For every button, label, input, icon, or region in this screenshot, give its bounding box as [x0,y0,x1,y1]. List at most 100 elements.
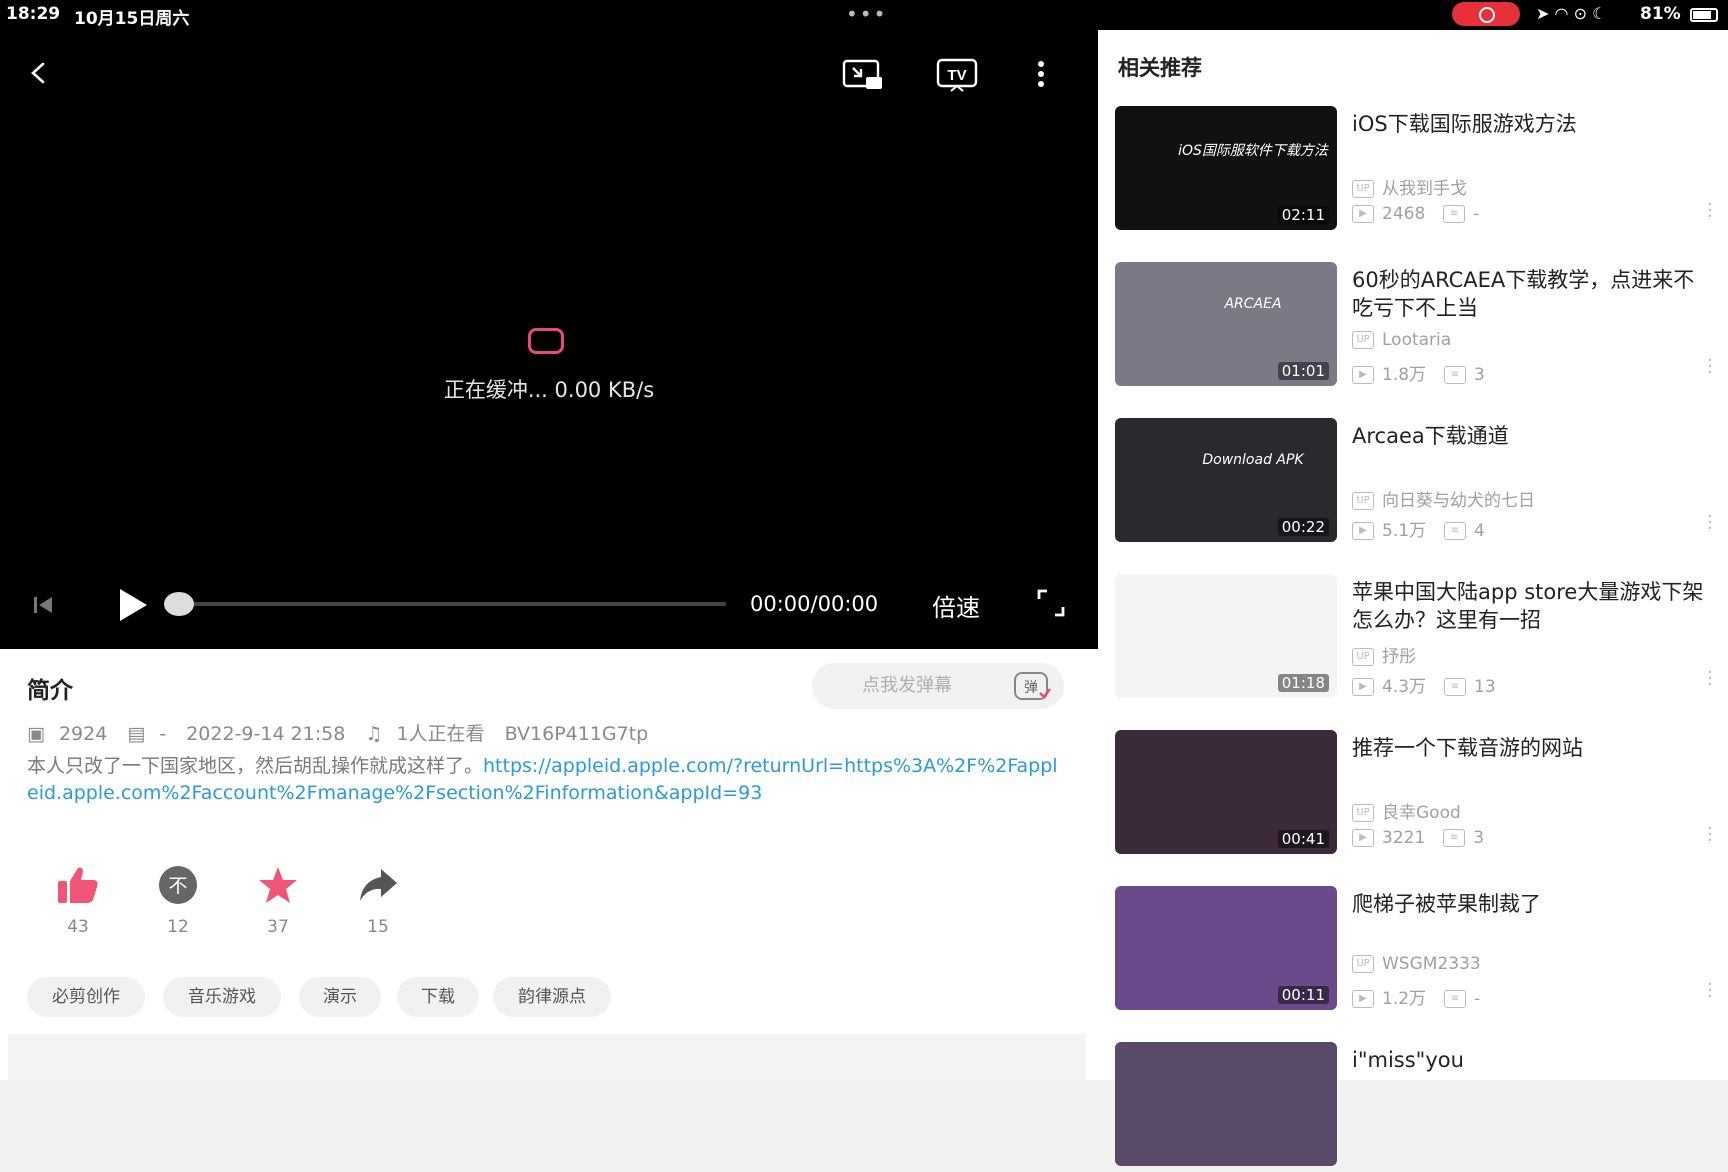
orientation-lock-icon: ⊙ [1573,4,1587,23]
danmaku-input[interactable]: 点我发弹幕 [812,663,1002,709]
video-duration: 00:11 [1277,986,1329,1004]
view-count: 2924 [58,723,108,745]
share-arrow-icon [360,869,397,901]
video-thumbnail[interactable]: ARCAEA 01:01 [1115,262,1337,386]
uploader-line: UP Lootaria [1352,330,1451,350]
battery-percent: 81% [1640,4,1681,24]
location-icon: ➤ [1536,4,1550,23]
share-button[interactable]: 15 [338,865,418,937]
seek-thumb[interactable] [164,592,194,616]
uploader-line: UP 良幸Good [1352,798,1461,823]
small-window-icon[interactable] [842,58,884,92]
recommendation-item[interactable]: 00:11 爬梯子被苹果制裁了 UP WSGM2333 ▶ 1.2万 ≡ - · · · [1115,886,1715,1016]
video-thumbnail[interactable] [1115,1042,1337,1166]
video-player[interactable]: TV 正在缓冲... 0.00 KB/s 00:00/00:00 倍速 [0,30,1098,649]
screen-recording-icon[interactable] [1452,2,1520,26]
recommendation-title[interactable]: iOS下载国际服游戏方法 [1352,110,1712,138]
recommendation-item[interactable]: Download APK 00:22 Arcaea下载通道 UP 向日葵与幼犬的七日 ▶ 5… [1115,418,1715,548]
like-button[interactable]: 43 [38,865,118,937]
recommendation-item[interactable]: ARCAEA 01:01 60秒的ARCAEA下载教学，点进来不吃亏下不上当 UP Lo… [1115,262,1715,392]
danmaku-bar: 点我发弹幕 弹 [812,663,1064,709]
item-more-icon[interactable]: · · · [1707,352,1713,382]
recommendation-title[interactable]: 60秒的ARCAEA下载教学，点进来不吃亏下不上当 [1352,266,1712,322]
uploader-name[interactable]: WSGM2333 [1382,954,1481,974]
battery-icon [1690,8,1718,22]
system-status-icons: ➤ ◠ ⊙ ☾ [1536,4,1606,23]
recommendation-item[interactable]: 00:41 推荐一个下载音游的网站 UP 良幸Good ▶ 3221 ≡ 3 · · · [1115,730,1715,860]
uploader-name[interactable]: 良幸Good [1382,803,1461,823]
video-thumbnail[interactable]: 01:18 [1115,574,1337,698]
danmaku-count-icon: ▤ [127,723,146,745]
tag-item[interactable]: 演示 [299,977,381,1017]
play-count-icon: ▶ [1352,990,1374,1008]
uploader-name[interactable]: Lootaria [1382,330,1451,350]
video-thumbnail[interactable]: iOS国际服软件下载方法 02:11 [1115,106,1337,230]
playback-time: 00:00/00:00 [750,592,879,616]
danmaku-count: 3 [1473,828,1485,848]
play-count: 2468 [1382,204,1426,224]
play-count: 3221 [1382,828,1426,848]
tag-item[interactable]: 音乐游戏 [163,977,281,1017]
recommendation-item[interactable]: 01:18 苹果中国大陆app store大量游戏下架怎么办？这里有一招 UP 抒彤 ▶… [1115,574,1715,704]
tag-item[interactable]: 必剪创作 [27,977,145,1017]
recommendation-title[interactable]: Arcaea下载通道 [1352,422,1712,450]
favorite-button[interactable]: 37 [238,865,318,937]
dislike-count: 12 [167,917,189,937]
dislike-label: 不 [168,875,187,897]
seek-bar[interactable] [178,602,726,606]
play-count-icon: ▶ [1352,678,1374,696]
previous-icon[interactable] [32,594,54,616]
recommendation-item[interactable]: iOS国际服软件下载方法 02:11 iOS下载国际服游戏方法 UP 从我到手戈 ▶ 246… [1115,106,1715,236]
tag-item[interactable]: 下载 [397,977,479,1017]
dislike-button[interactable]: 不 12 [138,865,218,937]
bvid: BV16P411G7tp [504,723,649,745]
multitask-dots-icon[interactable]: ••• [846,2,887,26]
play-count: 4.3万 [1382,677,1427,697]
recommendation-title[interactable]: i"miss"you [1352,1046,1712,1074]
video-duration: 01:01 [1277,362,1329,380]
item-more-icon[interactable]: · · · [1707,664,1713,694]
wifi-icon: ◠ [1554,4,1569,23]
danmaku-count: - [1474,989,1481,1009]
recommendation-title[interactable]: 苹果中国大陆app store大量游戏下架怎么办？这里有一招 [1352,578,1712,634]
video-thumbnail[interactable]: 00:41 [1115,730,1337,854]
item-more-icon[interactable]: · · · [1707,976,1713,1006]
video-description: 本人只改了一下国家地区，然后胡乱操作就成这样了。https://appleid.… [27,753,1067,807]
intro-title: 简介 [27,678,73,704]
danmaku-toggle-icon[interactable]: 弹 [1012,669,1052,703]
danmaku-count-icon: ≡ [1444,522,1467,540]
recommendation-item[interactable]: i"miss"you [1115,1042,1715,1172]
danmaku-count-icon: ≡ [1444,678,1467,696]
video-thumbnail[interactable]: 00:11 [1115,886,1337,1010]
recommendation-title[interactable]: 爬梯子被苹果制裁了 [1352,890,1712,918]
item-more-icon[interactable]: · · · [1707,508,1713,538]
video-duration: 01:18 [1277,674,1329,692]
thumbnail-text: iOS国际服软件下载方法 [1178,143,1328,159]
video-duration: 02:11 [1277,206,1329,224]
speed-button[interactable]: 倍速 [932,588,980,623]
uploader-name[interactable]: 从我到手戈 [1382,179,1467,199]
up-badge-icon: UP [1352,648,1374,666]
more-menu-icon[interactable] [1034,58,1048,92]
tv-cast-icon[interactable]: TV [936,58,978,92]
star-icon [259,867,297,903]
danmaku-count: 13 [1474,677,1496,697]
video-duration: 00:41 [1277,830,1329,848]
fullscreen-icon[interactable] [1036,588,1066,618]
recommendations-panel: 相关推荐 iOS国际服软件下载方法 02:11 iOS下载国际服游戏方法 UP 从我到手… [1098,30,1728,1166]
item-more-icon[interactable]: · · · [1707,820,1713,850]
video-thumbnail[interactable]: Download APK 00:22 [1115,418,1337,542]
favorite-count: 37 [267,917,289,937]
tag-item[interactable]: 韵律源点 [493,977,611,1017]
item-more-icon[interactable]: · · · [1707,196,1713,226]
back-icon[interactable] [28,62,50,84]
uploader-name[interactable]: 抒彤 [1382,647,1416,667]
up-badge-icon: UP [1352,955,1374,973]
description-text: 本人只改了一下国家地区，然后胡乱操作就成这样了。 [27,755,484,777]
uploader-name[interactable]: 向日葵与幼犬的七日 [1382,491,1535,511]
watching-count: 1人正在看 [396,723,485,745]
recommendation-title[interactable]: 推荐一个下载音游的网站 [1352,734,1712,762]
recommendations-title: 相关推荐 [1118,56,1202,80]
play-icon[interactable] [116,586,150,624]
danmaku-count: - [159,723,167,745]
